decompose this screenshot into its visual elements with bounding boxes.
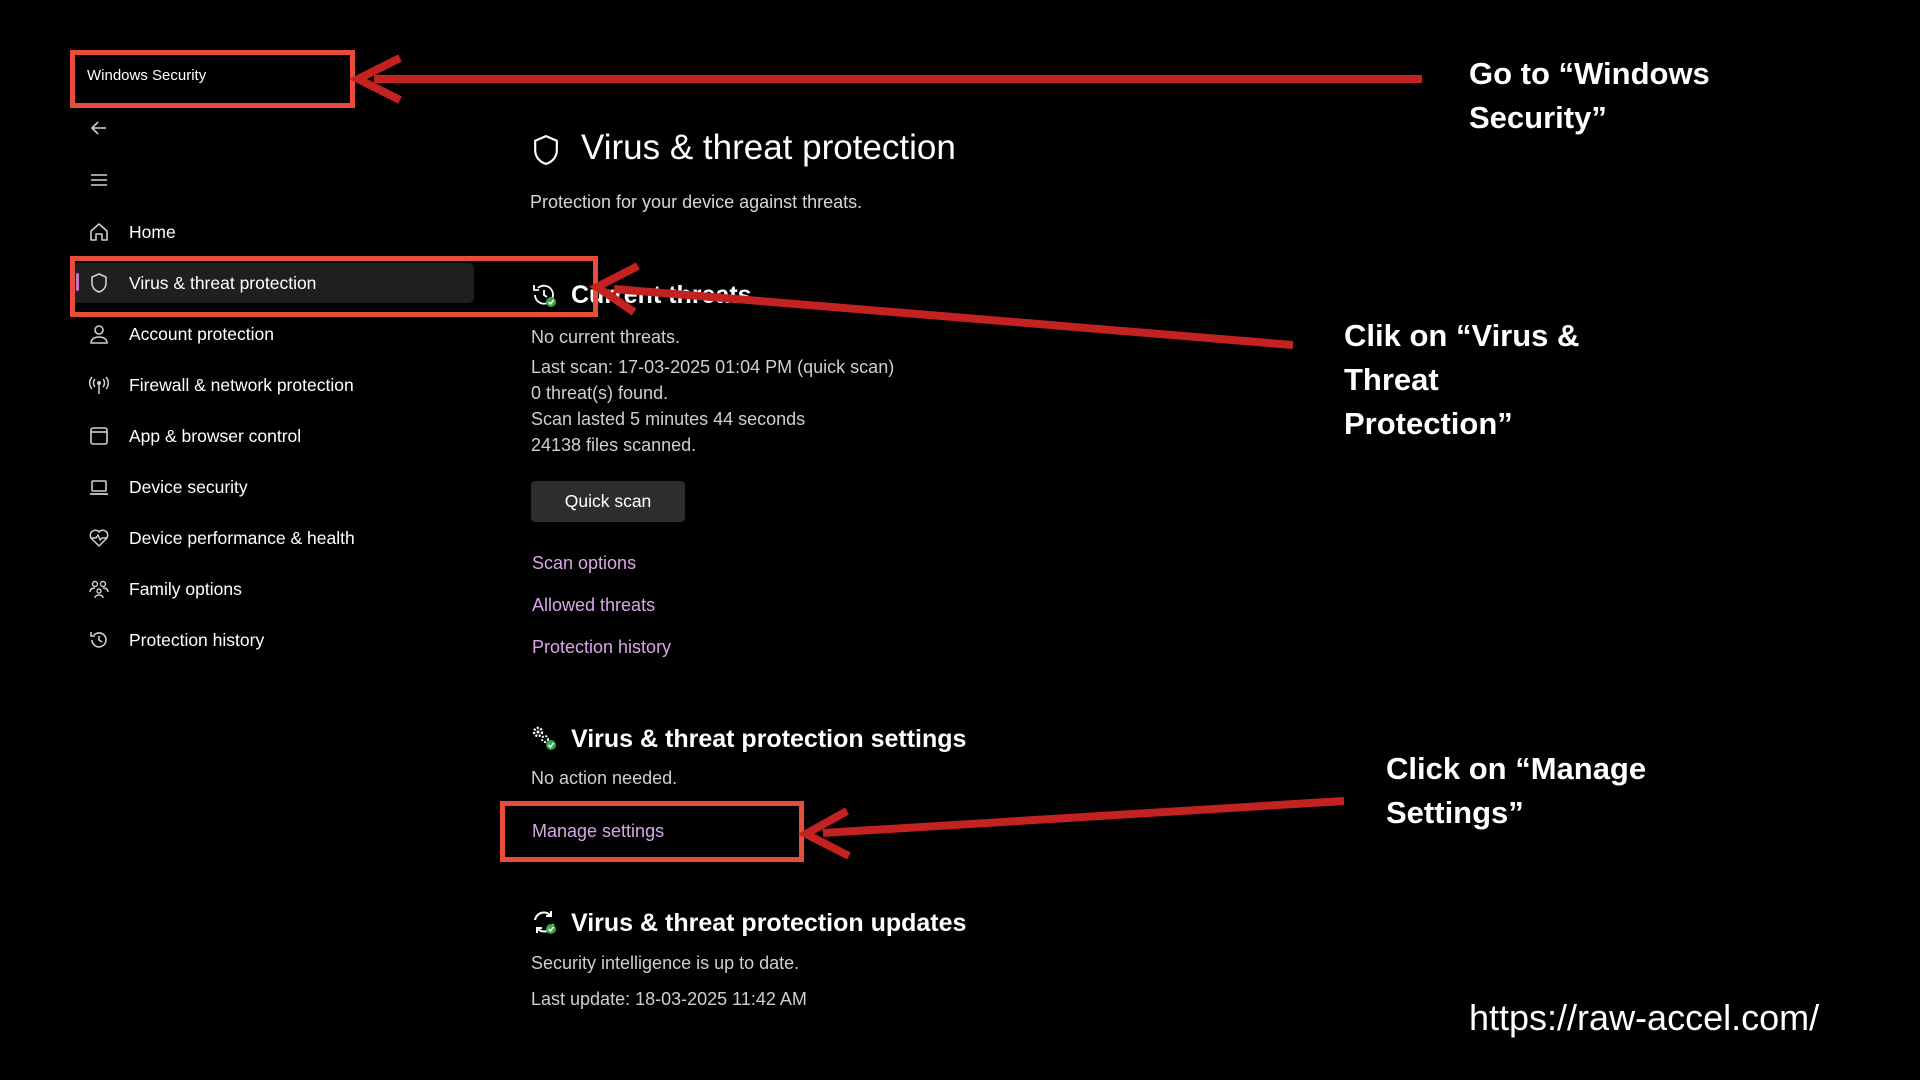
arrow-to-windows-security [349,54,1422,104]
annotation-arrows [349,54,1422,860]
annotation-step-1: Go to “Windows Security” [1469,56,1710,135]
source-url-text: https://raw-accel.com/ [1469,997,1820,1038]
annotation-step-2: Clik on “Virus & Threat Protection” [1344,318,1580,441]
arrow-to-virus-threat [589,262,1294,349]
annotation-step-3: Click on “Manage Settings” [1386,751,1647,830]
arrow-to-manage-settings [797,797,1345,860]
